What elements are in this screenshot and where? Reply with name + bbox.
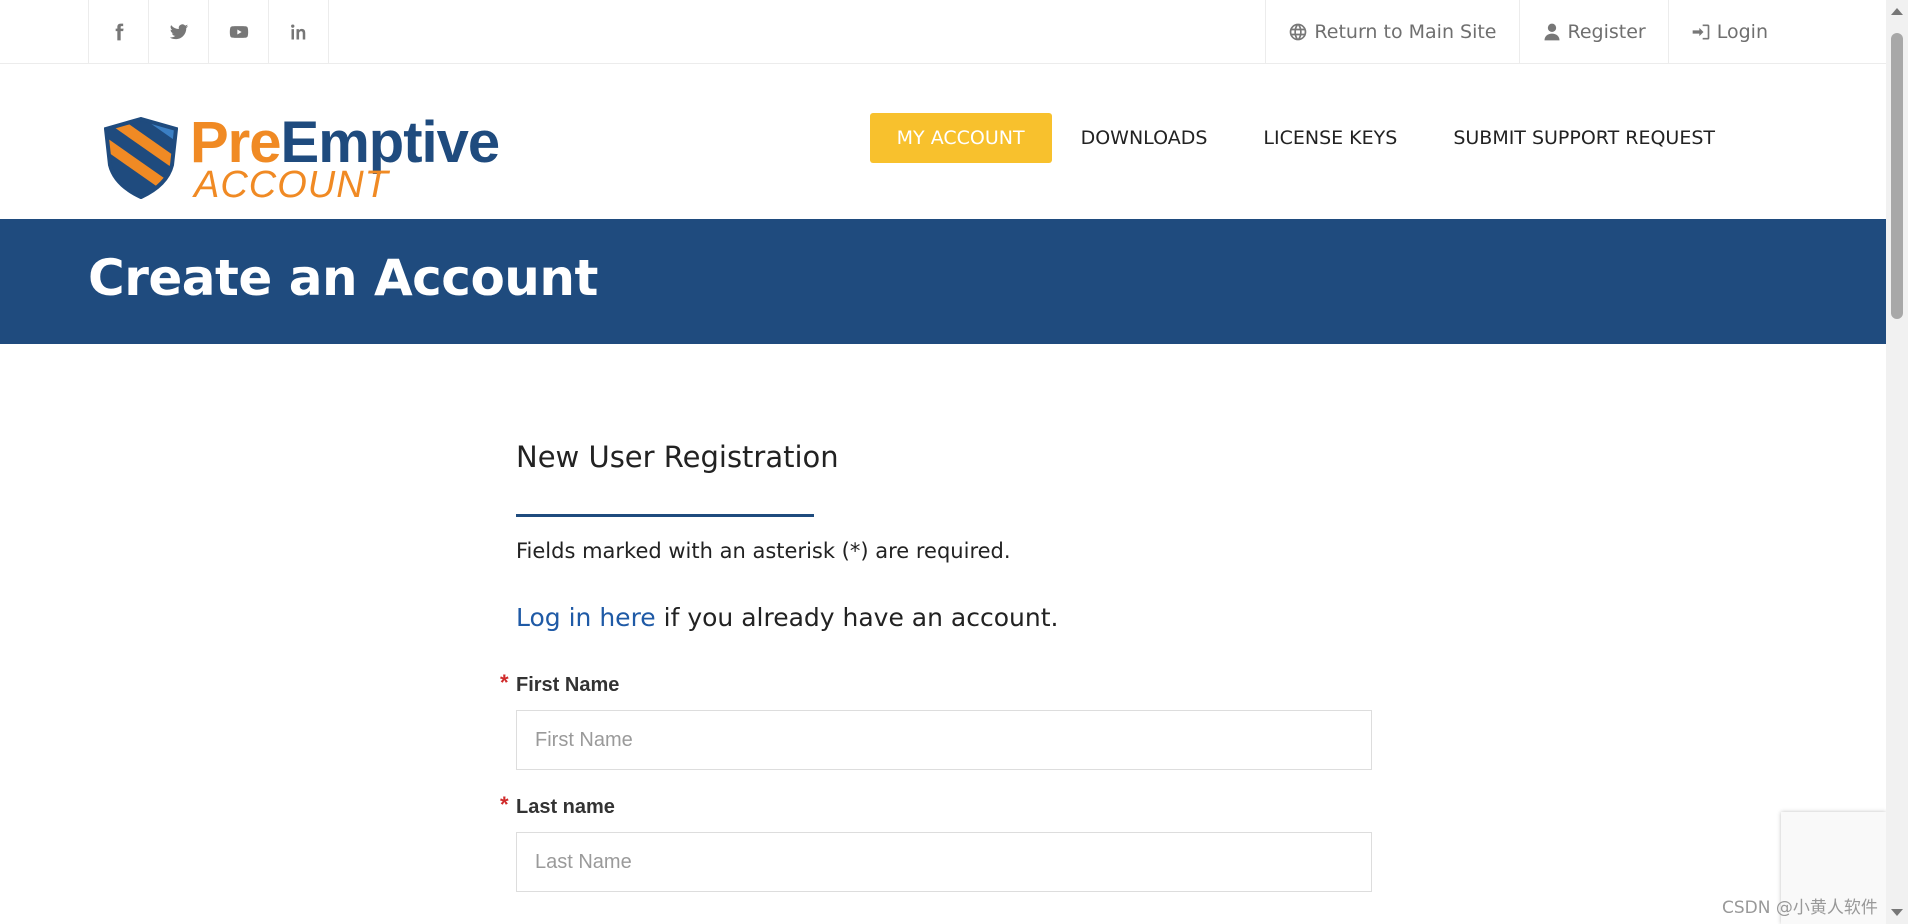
- page-title: Create an Account: [88, 249, 598, 307]
- heading-underline: [516, 514, 814, 517]
- scrollbar-thumb[interactable]: [1891, 33, 1903, 319]
- watermark-text: CSDN @小黄人软件: [1722, 898, 1878, 918]
- linkedin-icon: [290, 24, 305, 39]
- first-name-input[interactable]: [516, 710, 1372, 770]
- login-label: Login: [1716, 20, 1768, 43]
- first-name-label: * First Name: [500, 670, 1376, 697]
- first-name-label-text: First Name: [516, 674, 620, 696]
- social-links: [88, 0, 329, 63]
- twitter-icon: [169, 23, 188, 39]
- registration-form: New User Registration Fields marked with…: [500, 440, 1376, 892]
- twitter-link[interactable]: [148, 0, 208, 63]
- page-banner: Create an Account: [0, 219, 1886, 344]
- utility-links: Return to Main Site Register Login: [1265, 0, 1790, 63]
- page-scrollbar[interactable]: [1886, 0, 1908, 924]
- required-asterisk: *: [500, 670, 509, 695]
- register-link[interactable]: Register: [1518, 0, 1668, 63]
- sign-in-icon: [1692, 24, 1710, 39]
- main-nav: MY ACCOUNT DOWNLOADS LICENSE KEYS SUBMIT…: [868, 113, 1742, 163]
- login-prompt-suffix: if you already have an account.: [655, 603, 1059, 632]
- log-in-here-link[interactable]: Log in here: [516, 603, 656, 632]
- facebook-icon: [115, 23, 124, 40]
- globe-icon: [1290, 23, 1307, 40]
- login-link[interactable]: Login: [1667, 0, 1790, 63]
- nav-submit-support-request[interactable]: SUBMIT SUPPORT REQUEST: [1426, 113, 1742, 163]
- preemptive-logo[interactable]: PreEmptive ACCOUNT: [104, 111, 534, 211]
- scroll-up-arrow-icon[interactable]: [1891, 8, 1903, 15]
- logo-subtitle: ACCOUNT: [194, 164, 389, 206]
- return-to-main-site-link[interactable]: Return to Main Site: [1265, 0, 1518, 63]
- last-name-input[interactable]: [516, 832, 1372, 892]
- youtube-link[interactable]: [208, 0, 268, 63]
- top-utility-bar: Return to Main Site Register Login: [0, 0, 1886, 64]
- site-header: PreEmptive ACCOUNT MY ACCOUNT DOWNLOADS …: [0, 64, 1886, 219]
- required-note: Fields marked with an asterisk (*) are r…: [516, 539, 1011, 563]
- login-prompt: Log in here if you already have an accou…: [516, 603, 1376, 632]
- nav-license-keys[interactable]: LICENSE KEYS: [1236, 113, 1424, 163]
- register-label: Register: [1567, 20, 1646, 43]
- return-to-main-site-label: Return to Main Site: [1314, 20, 1497, 43]
- facebook-link[interactable]: [88, 0, 148, 63]
- youtube-icon: [229, 25, 248, 38]
- nav-downloads[interactable]: DOWNLOADS: [1054, 113, 1235, 163]
- last-name-label: * Last name: [500, 792, 1376, 819]
- last-name-label-text: Last name: [516, 796, 615, 818]
- form-heading: New User Registration: [516, 440, 839, 474]
- nav-my-account[interactable]: MY ACCOUNT: [869, 113, 1052, 163]
- required-asterisk: *: [500, 792, 509, 817]
- linkedin-link[interactable]: [268, 0, 329, 63]
- shield-logo-icon: [104, 117, 178, 199]
- user-icon: [1544, 23, 1559, 40]
- scroll-down-arrow-icon[interactable]: [1891, 909, 1903, 916]
